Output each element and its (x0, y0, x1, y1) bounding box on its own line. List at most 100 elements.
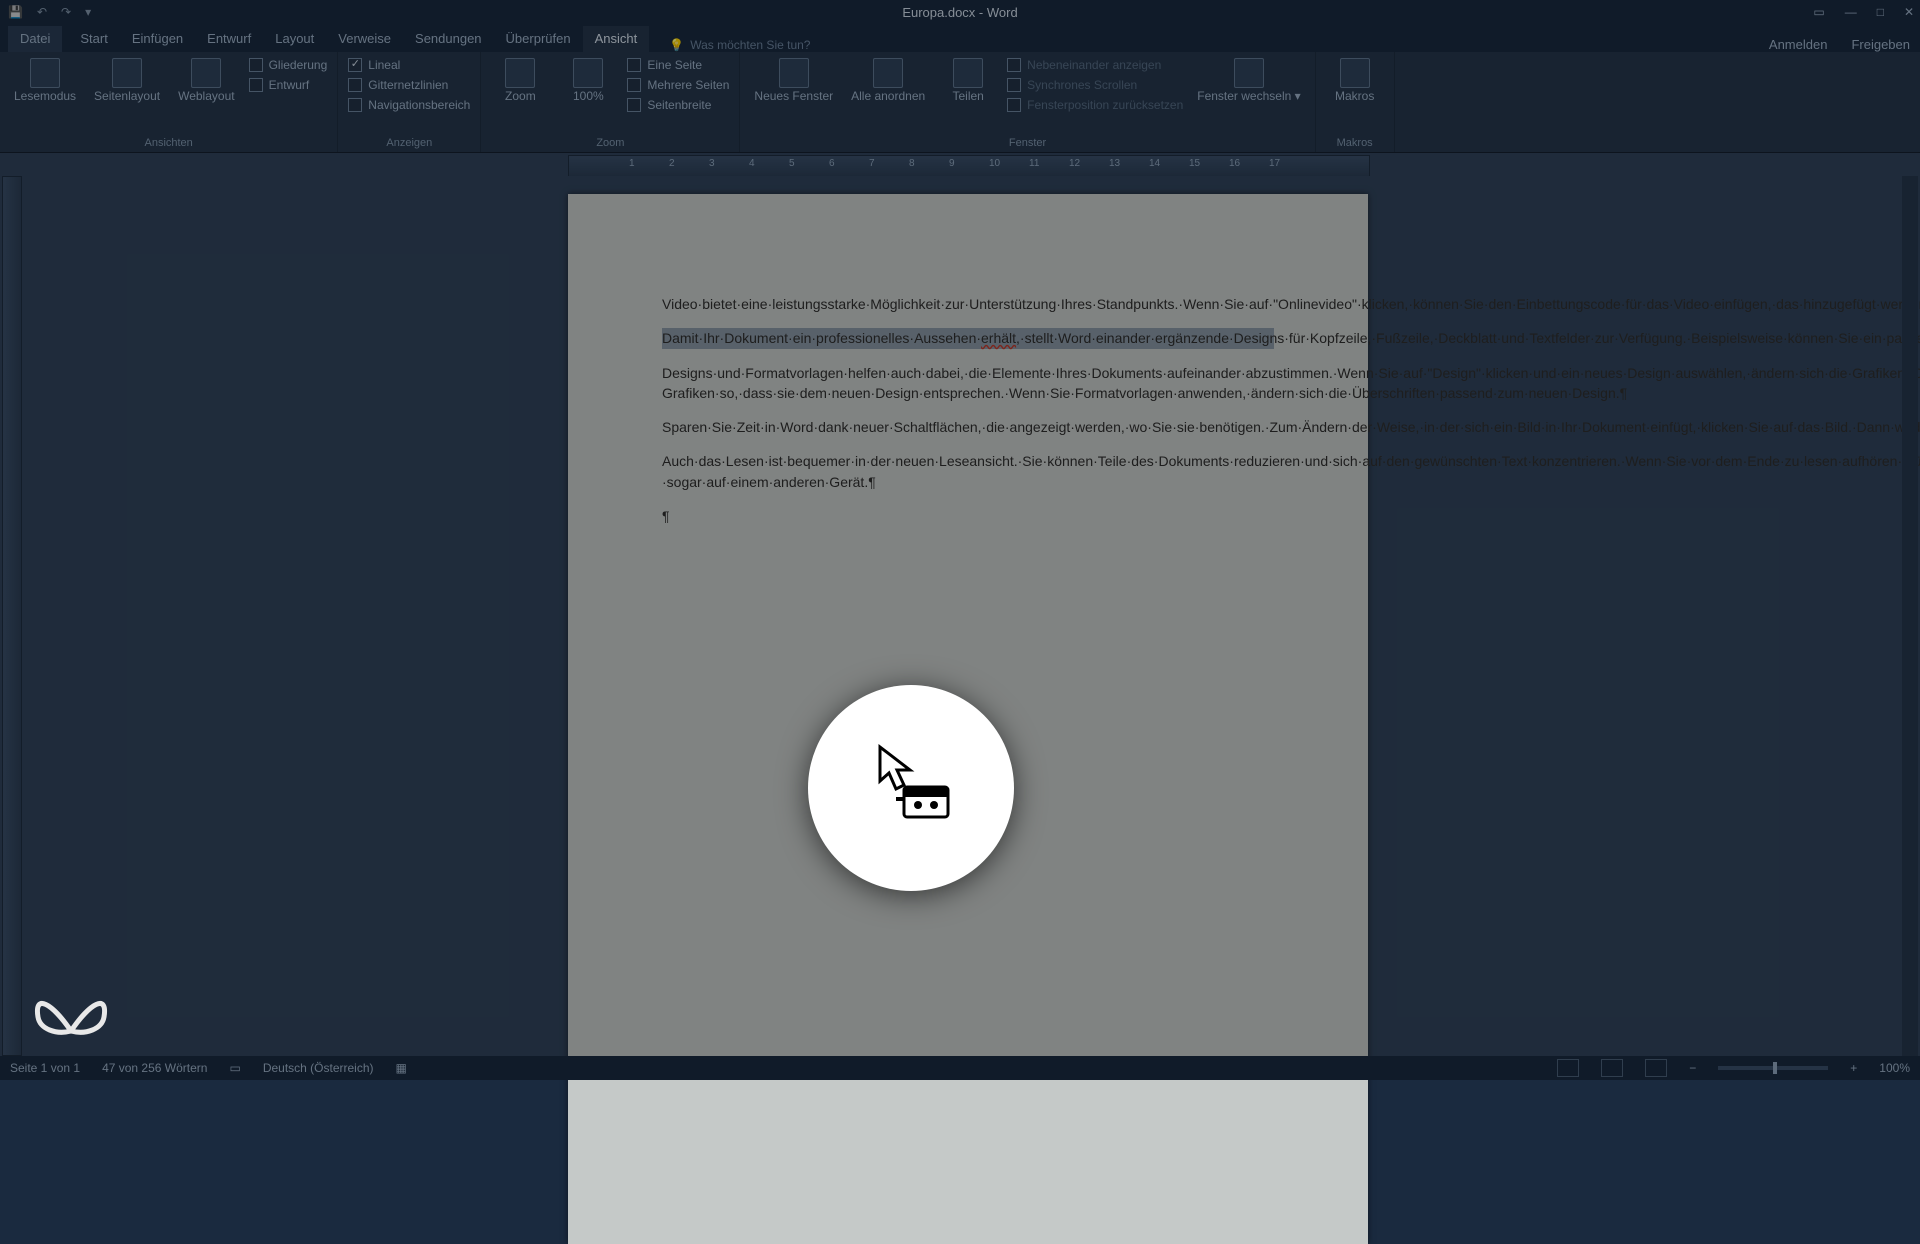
undo-icon[interactable]: ↶ (37, 5, 47, 19)
tab-ueberpruefen[interactable]: Überprüfen (494, 26, 583, 52)
qat-customize-icon[interactable]: ▾ (85, 5, 91, 19)
paragraph[interactable]: ¶ (662, 506, 1274, 526)
group-zoom: Zoom 100% Eine Seite Mehrere Seiten Seit… (481, 52, 740, 152)
gridlines-checkbox[interactable]: Gitternetzlinien (348, 78, 470, 92)
track-changes-icon[interactable]: ▦ (396, 1061, 407, 1075)
tab-layout[interactable]: Layout (263, 26, 326, 52)
ruler-tick: 3 (709, 158, 715, 169)
web-view-icon[interactable] (1645, 1059, 1667, 1077)
save-icon[interactable]: 💾 (8, 5, 23, 19)
ruler-tick: 5 (789, 158, 795, 169)
read-mode-icon (30, 58, 60, 88)
checkbox-icon (1007, 78, 1021, 92)
vertical-ruler[interactable] (2, 176, 22, 1056)
switch-windows-button[interactable]: Fenster wechseln ▾ (1193, 56, 1304, 106)
checkbox-icon (348, 98, 362, 112)
web-layout-button[interactable]: Weblayout (174, 56, 238, 106)
read-view-icon[interactable] (1557, 1059, 1579, 1077)
tell-me-search[interactable]: 💡 Was möchten Sie tun? (669, 38, 810, 52)
zoom-slider[interactable] (1718, 1066, 1828, 1070)
read-mode-label: Lesemodus (14, 90, 76, 104)
ruler-area: 1234567891011121314151617 (0, 153, 1920, 177)
sync-scroll-button: Synchrones Scrollen (1007, 78, 1183, 92)
reset-pos-label: Fensterposition zurücksetzen (1027, 98, 1183, 112)
tab-sendungen[interactable]: Sendungen (403, 26, 494, 52)
ruler-checkbox[interactable]: Lineal (348, 58, 470, 72)
sign-in-link[interactable]: Anmelden (1769, 37, 1828, 52)
cursor-robot-icon (874, 743, 954, 823)
ribbon-options-icon[interactable]: ▭ (1813, 5, 1824, 19)
page-icon (627, 58, 641, 72)
page-indicator[interactable]: Seite 1 von 1 (10, 1061, 80, 1075)
quick-access-toolbar: 💾 ↶ ↷ ▾ (0, 5, 91, 19)
paragraph[interactable]: Sparen·Sie·Zeit·in·Word·dank·neuer·Schal… (662, 417, 1274, 437)
zoom-out-button[interactable]: − (1689, 1061, 1696, 1075)
zoom-100-label: 100% (573, 90, 604, 104)
print-view-icon[interactable] (1601, 1059, 1623, 1077)
split-button[interactable]: Teilen (939, 56, 997, 106)
gridlines-label: Gitternetzlinien (368, 78, 448, 92)
tab-datei[interactable]: Datei (8, 26, 62, 52)
paragraph[interactable]: Auch·das·Lesen·ist·bequemer·in·der·neuen… (662, 451, 1274, 492)
new-window-button[interactable]: Neues Fenster (750, 56, 837, 106)
split-icon (953, 58, 983, 88)
tab-start[interactable]: Start (68, 26, 119, 52)
maximize-icon[interactable]: □ (1877, 5, 1884, 19)
ruler-tick: 13 (1109, 158, 1120, 169)
zoom-100-button[interactable]: 100% (559, 56, 617, 106)
tab-verweise[interactable]: Verweise (326, 26, 403, 52)
checkbox-icon (348, 58, 362, 72)
spelling-error[interactable]: erhält (981, 330, 1016, 346)
tab-entwurf[interactable]: Entwurf (195, 26, 263, 52)
draft-label: Entwurf (269, 78, 310, 92)
lightbulb-icon: 💡 (669, 38, 684, 52)
macros-button[interactable]: Makros (1326, 56, 1384, 106)
word-count[interactable]: 47 von 256 Wörtern (102, 1061, 207, 1075)
page-width-button[interactable]: Seitenbreite (627, 98, 729, 112)
print-layout-button[interactable]: Seitenlayout (90, 56, 164, 106)
outline-label: Gliederung (269, 58, 328, 72)
ruler-tick: 11 (1029, 158, 1039, 169)
magnifier-icon (505, 58, 535, 88)
new-window-label: Neues Fenster (754, 90, 833, 104)
side-by-side-label: Nebeneinander anzeigen (1027, 58, 1161, 72)
zoom-button[interactable]: Zoom (491, 56, 549, 106)
navpane-checkbox[interactable]: Navigationsbereich (348, 98, 470, 112)
reset-pos-button: Fensterposition zurücksetzen (1007, 98, 1183, 112)
one-page-label: Eine Seite (647, 58, 702, 72)
close-icon[interactable]: ✕ (1904, 5, 1914, 19)
ruler-tick: 1 (629, 158, 635, 169)
checkbox-icon (249, 78, 263, 92)
tab-einfuegen[interactable]: Einfügen (120, 26, 195, 52)
vertical-scrollbar[interactable] (1902, 176, 1918, 1056)
multi-page-button[interactable]: Mehrere Seiten (627, 78, 729, 92)
new-window-icon (779, 58, 809, 88)
tab-ansicht[interactable]: Ansicht (583, 26, 650, 52)
share-button[interactable]: Freigeben (1851, 37, 1910, 52)
zoom-percentage[interactable]: 100% (1879, 1061, 1910, 1075)
redo-icon[interactable]: ↷ (61, 5, 71, 19)
minimize-icon[interactable]: — (1845, 5, 1857, 19)
group-fenster: Neues Fenster Alle anordnen Teilen Neben… (740, 52, 1315, 152)
width-icon (627, 98, 641, 112)
language-indicator[interactable]: Deutsch (Österreich) (263, 1061, 374, 1075)
one-page-button[interactable]: Eine Seite (627, 58, 729, 72)
proofing-icon[interactable]: ▭ (229, 1061, 240, 1075)
ruler-tick: 6 (829, 158, 835, 169)
paragraph[interactable]: Designs·und·Formatvorlagen·helfen·auch·d… (662, 363, 1274, 404)
arrange-all-button[interactable]: Alle anordnen (847, 56, 929, 106)
ruler-tick: 2 (669, 158, 675, 169)
read-mode-button[interactable]: Lesemodus (10, 56, 80, 106)
text-run: Damit·Ihr·Dokument·ein·professionelles·A… (662, 330, 981, 346)
document-body[interactable]: Video·bietet·eine·leistungsstarke·Möglic… (568, 194, 1368, 526)
ruler-tick: 8 (909, 158, 915, 169)
switch-windows-label: Fenster wechseln ▾ (1197, 90, 1300, 104)
outline-checkbox[interactable]: Gliederung (249, 58, 328, 72)
paragraph[interactable]: Video·bietet·eine·leistungsstarke·Möglic… (662, 294, 1274, 314)
group-label: Ansichten (10, 137, 327, 152)
ruler-tick: 15 (1189, 158, 1200, 169)
draft-checkbox[interactable]: Entwurf (249, 78, 328, 92)
paragraph-selected[interactable]: Damit·Ihr·Dokument·ein·professionelles·A… (662, 328, 1274, 348)
horizontal-ruler[interactable]: 1234567891011121314151617 (568, 155, 1370, 177)
zoom-in-button[interactable]: + (1850, 1061, 1857, 1075)
